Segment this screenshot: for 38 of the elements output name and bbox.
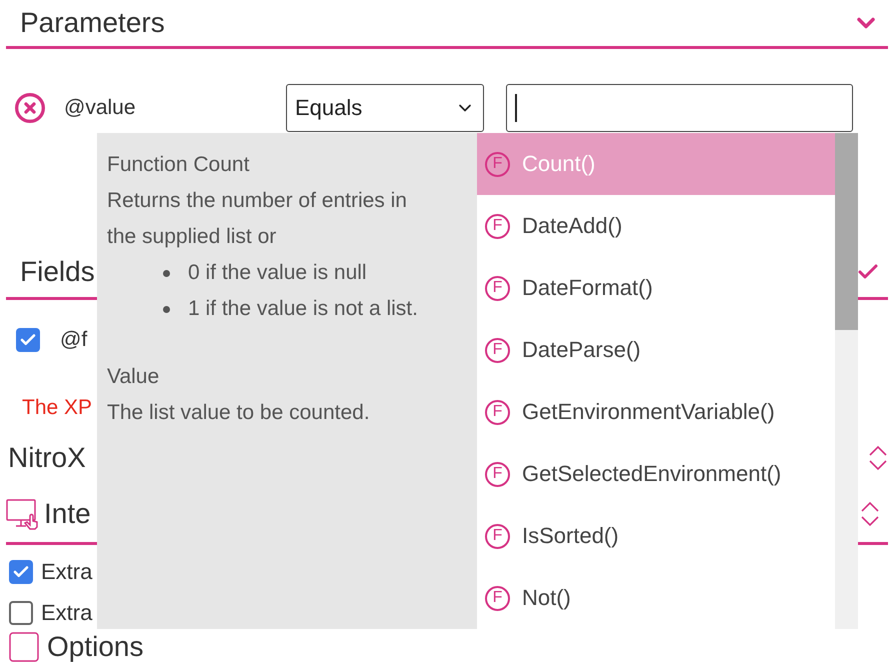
help-subtitle: Value bbox=[107, 364, 160, 390]
section-title: Inte bbox=[44, 498, 91, 530]
function-icon: F bbox=[485, 462, 510, 486]
scrollbar-thumb[interactable] bbox=[835, 133, 858, 330]
checkbox[interactable] bbox=[16, 328, 40, 352]
function-icon: F bbox=[485, 152, 510, 176]
function-icon: F bbox=[485, 586, 510, 610]
function-icon: F bbox=[485, 276, 510, 300]
help-description: The list value to be counted. bbox=[107, 400, 371, 426]
scrollbar[interactable] bbox=[835, 133, 858, 629]
section-title: NitroX bbox=[8, 442, 86, 474]
error-message: The XP bbox=[22, 396, 92, 420]
help-description: Returns the number of entries in the supplied list or bbox=[107, 188, 408, 250]
value-input[interactable] bbox=[506, 84, 853, 132]
checkbox[interactable] bbox=[9, 601, 33, 625]
option-label: Extra bbox=[41, 600, 92, 626]
function-icon: F bbox=[485, 338, 510, 362]
help-title: Function Count bbox=[107, 152, 250, 178]
section-title: Options bbox=[47, 630, 144, 662]
sort-chevrons-icon[interactable] bbox=[868, 444, 888, 472]
section-title: Parameters bbox=[20, 7, 165, 39]
sort-chevrons-icon[interactable] bbox=[860, 500, 880, 528]
bullet-text: 1 if the value is not a list. bbox=[188, 296, 418, 322]
option-label: Extra bbox=[41, 559, 92, 585]
checkbox[interactable] bbox=[9, 560, 33, 584]
bullet-icon bbox=[163, 306, 170, 312]
bullet-text: 0 if the value is null bbox=[188, 260, 367, 286]
operator-select[interactable]: Equals bbox=[286, 84, 484, 132]
bullet-icon bbox=[163, 270, 170, 276]
function-icon: F bbox=[485, 214, 510, 238]
section-title: Fields bbox=[20, 256, 95, 288]
options-icon bbox=[9, 632, 39, 662]
monitor-pointer-icon bbox=[6, 498, 40, 530]
field-label: @f bbox=[60, 328, 88, 352]
function-icon: F bbox=[485, 524, 510, 548]
parameter-name: @value bbox=[64, 96, 137, 120]
function-icon: F bbox=[485, 400, 510, 424]
remove-icon[interactable] bbox=[14, 92, 46, 124]
